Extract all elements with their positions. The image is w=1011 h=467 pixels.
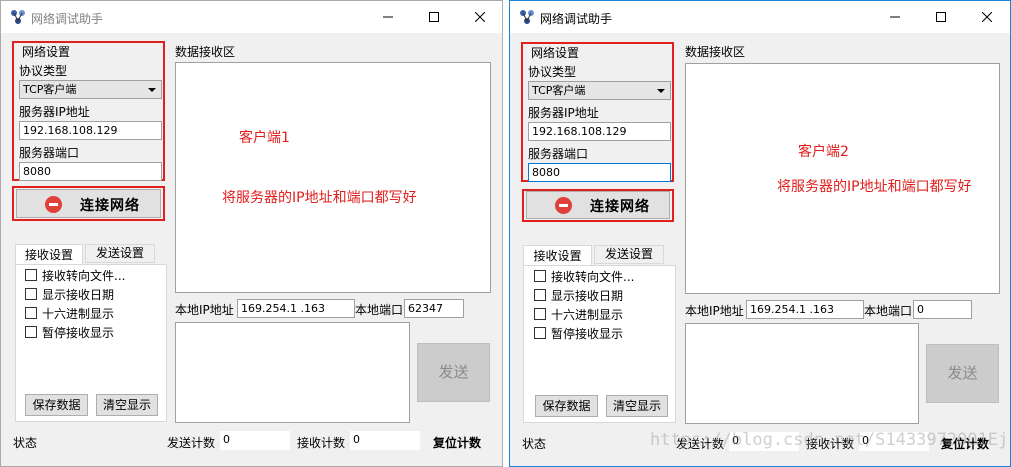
save-data-button[interactable]: 保存数据 <box>535 395 598 417</box>
server-port-label: 服务器端口 <box>19 146 80 160</box>
local-port-input[interactable]: 0 <box>913 300 972 319</box>
tab-receive-settings[interactable]: 接收设置 <box>523 245 592 267</box>
tab-send-settings[interactable]: 发送设置 <box>85 244 155 263</box>
clear-display-button[interactable]: 清空显示 <box>96 394 158 416</box>
send-count-value: 0 <box>220 431 290 450</box>
chevron-down-icon <box>657 89 665 93</box>
receive-area-label: 数据接收区 <box>685 45 746 59</box>
option-checkbox[interactable] <box>534 327 546 339</box>
connect-network-button[interactable]: 连接网络 <box>526 191 670 219</box>
annotation-note: 将服务器的IP地址和端口都写好 <box>777 179 972 195</box>
close-icon <box>982 12 992 22</box>
option-checkbox[interactable] <box>25 307 37 319</box>
window-client-1: 网络调试助手 网络设置 协议类型 TCP客户端 服务器IP地址 192.168.… <box>0 0 503 467</box>
protocol-select[interactable]: TCP客户端 <box>528 81 671 100</box>
close-icon <box>475 12 485 22</box>
network-settings-group-label: 网络设置 <box>531 46 580 60</box>
red-stop-icon <box>555 197 572 214</box>
maximize-button[interactable] <box>918 1 964 33</box>
annotation-client-title: 客户端1 <box>239 130 290 146</box>
local-port-label: 本地端口 <box>864 304 913 318</box>
network-app-icon <box>11 10 25 24</box>
annotation-client-title: 客户端2 <box>798 144 849 160</box>
close-button[interactable] <box>457 1 502 33</box>
annotation-note: 将服务器的IP地址和端口都写好 <box>222 190 417 206</box>
maximize-button[interactable] <box>411 1 457 33</box>
local-port-label: 本地端口 <box>355 303 404 317</box>
option-label: 十六进制显示 <box>42 307 115 321</box>
server-port-input[interactable]: 8080 <box>528 163 671 182</box>
reset-count-button[interactable]: 复位计数 <box>433 434 481 451</box>
connect-network-label: 连接网络 <box>590 199 650 215</box>
option-checkbox[interactable] <box>25 288 37 300</box>
watermark: https://blog.csdn.net/S1433972001Ej <box>650 430 1009 450</box>
receive-count-label: 接收计数 <box>297 436 346 450</box>
protocol-value: TCP客户端 <box>532 84 586 97</box>
tab-send-settings[interactable]: 发送设置 <box>594 245 664 264</box>
minimize-button[interactable] <box>872 1 918 33</box>
receive-count-value: 0 <box>350 431 420 450</box>
tab-receive-settings[interactable]: 接收设置 <box>15 244 83 266</box>
send-button[interactable]: 发送 <box>417 343 490 402</box>
status-label: 状态 <box>13 436 38 450</box>
connect-network-button[interactable]: 连接网络 <box>16 189 161 218</box>
maximize-icon <box>936 12 946 22</box>
option-checkbox[interactable] <box>534 270 546 282</box>
send-button[interactable]: 发送 <box>926 344 999 403</box>
server-ip-input[interactable]: 192.168.108.129 <box>528 122 671 141</box>
receive-settings-panel: 接收转向文件... 显示接收日期 十六进制显示 暂停接收显示 保存数据 清空显示 <box>15 264 167 422</box>
local-ip-input[interactable]: 169.254.1 .163 <box>237 299 355 318</box>
option-label: 暂停接收显示 <box>42 326 115 340</box>
server-ip-input[interactable]: 192.168.108.129 <box>19 121 162 140</box>
connect-network-label: 连接网络 <box>80 198 140 214</box>
option-label: 暂停接收显示 <box>551 327 624 341</box>
option-checkbox[interactable] <box>25 269 37 281</box>
option-label: 接收转向文件... <box>551 270 635 284</box>
local-ip-label: 本地IP地址 <box>175 303 234 317</box>
maximize-icon <box>429 12 439 22</box>
option-label: 十六进制显示 <box>551 308 624 322</box>
protocol-label: 协议类型 <box>528 65 577 79</box>
window-title: 网络调试助手 <box>31 12 104 26</box>
server-ip-label: 服务器IP地址 <box>528 106 599 120</box>
network-app-icon <box>520 10 534 24</box>
minimize-icon <box>890 16 900 18</box>
send-data-area[interactable] <box>685 323 919 424</box>
title-bar[interactable]: 网络调试助手 <box>510 1 1010 33</box>
server-port-input[interactable]: 8080 <box>19 162 162 181</box>
protocol-select[interactable]: TCP客户端 <box>19 80 162 99</box>
receive-data-area[interactable] <box>175 62 491 293</box>
server-ip-label: 服务器IP地址 <box>19 105 90 119</box>
status-label: 状态 <box>522 437 547 451</box>
window-title: 网络调试助手 <box>540 12 613 26</box>
receive-settings-panel: 接收转向文件... 显示接收日期 十六进制显示 暂停接收显示 保存数据 清空显示 <box>523 265 676 423</box>
local-port-input[interactable]: 62347 <box>404 299 464 318</box>
close-button[interactable] <box>964 1 1010 33</box>
option-checkbox[interactable] <box>534 289 546 301</box>
server-port-label: 服务器端口 <box>528 147 589 161</box>
title-bar[interactable]: 网络调试助手 <box>1 1 502 33</box>
option-label: 接收转向文件... <box>42 269 126 283</box>
save-data-button[interactable]: 保存数据 <box>25 394 88 416</box>
option-checkbox[interactable] <box>25 326 37 338</box>
option-label: 显示接收日期 <box>42 288 115 302</box>
chevron-down-icon <box>148 88 156 92</box>
send-count-label: 发送计数 <box>167 436 216 450</box>
receive-area-label: 数据接收区 <box>175 45 236 59</box>
minimize-button[interactable] <box>365 1 411 33</box>
local-ip-label: 本地IP地址 <box>685 304 744 318</box>
network-settings-group-label: 网络设置 <box>22 45 71 59</box>
protocol-value: TCP客户端 <box>23 83 77 96</box>
red-stop-icon <box>45 196 62 213</box>
option-checkbox[interactable] <box>534 308 546 320</box>
clear-display-button[interactable]: 清空显示 <box>606 395 668 417</box>
local-ip-input[interactable]: 169.254.1 .163 <box>746 300 864 319</box>
minimize-icon <box>383 16 393 18</box>
protocol-label: 协议类型 <box>19 64 68 78</box>
window-client-2: 网络调试助手 网络设置 协议类型 TCP客户端 服务器IP地址 192.168.… <box>509 0 1011 467</box>
send-data-area[interactable] <box>175 322 410 423</box>
option-label: 显示接收日期 <box>551 289 624 303</box>
